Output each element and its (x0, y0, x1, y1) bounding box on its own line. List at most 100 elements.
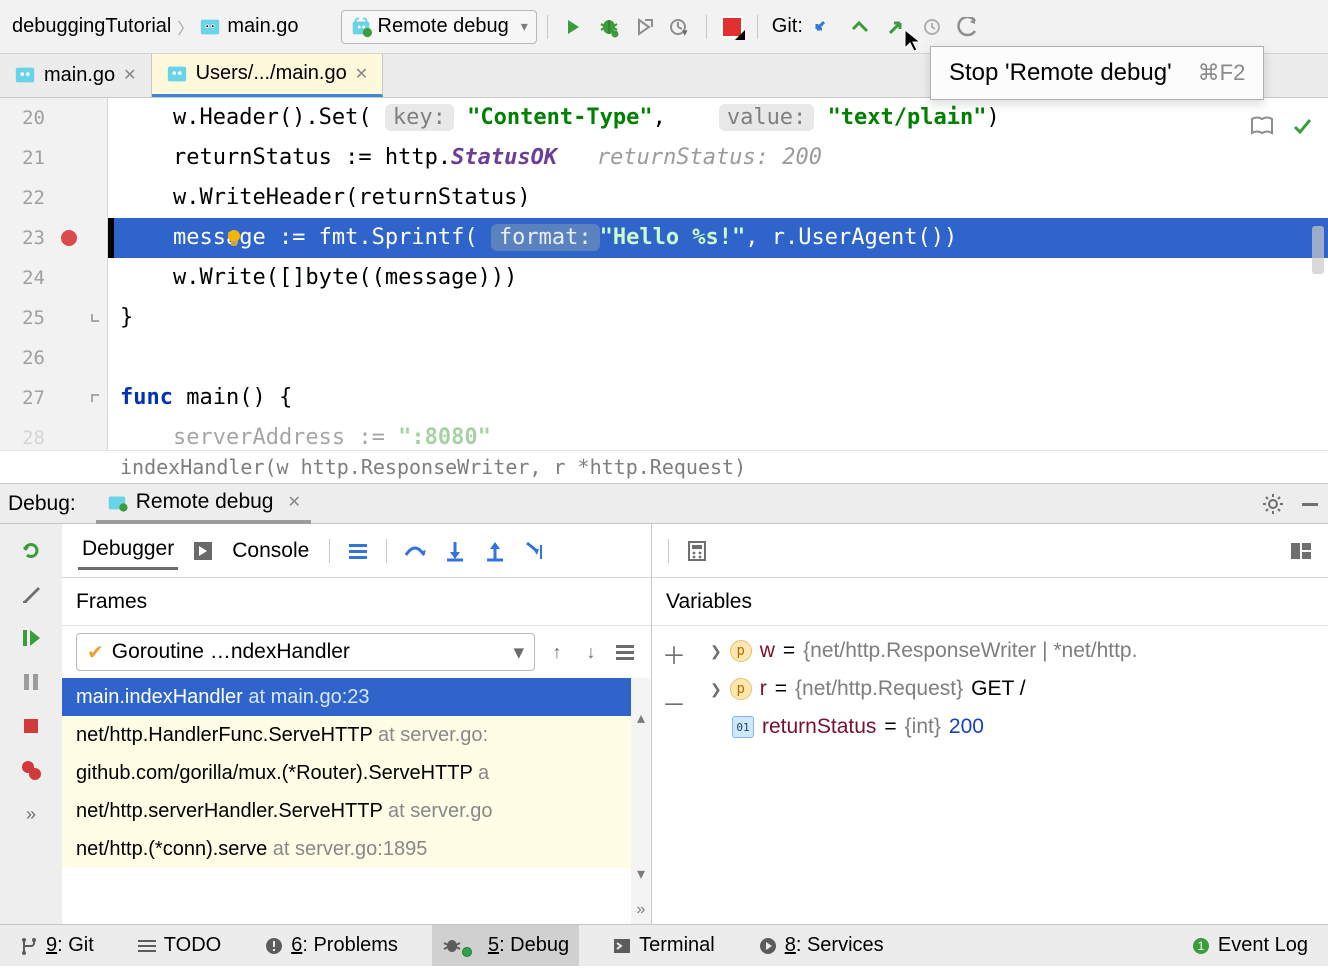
frames-scrollbar[interactable]: ▴ ▾ » (631, 678, 651, 924)
code-line: w.WriteHeader(returnStatus) (108, 178, 1328, 218)
step-over-icon[interactable] (403, 539, 427, 563)
rerun-button[interactable] (17, 536, 45, 564)
tab-console[interactable]: Console (228, 533, 313, 569)
debug-session-tab[interactable]: Remote debug ✕ (96, 484, 311, 524)
breadcrumb[interactable]: debuggingTutorial 〉 main.go (6, 15, 305, 39)
stop-button[interactable] (717, 12, 747, 42)
pause-button[interactable] (17, 668, 45, 696)
frames-menu-icon[interactable] (613, 640, 637, 664)
git-rollback-button[interactable] (953, 12, 983, 42)
editor-breadcrumb[interactable]: indexHandler(w http.ResponseWriter, r *h… (0, 450, 1328, 484)
expand-icon[interactable]: ❯ (710, 643, 722, 660)
variables-tree[interactable]: ❯ p w = {net/http.ResponseWriter | *net/… (696, 626, 1328, 752)
inspections-ok-icon[interactable] (1292, 116, 1312, 136)
fold-end-icon[interactable] (89, 311, 103, 325)
stop-session-button[interactable] (17, 712, 45, 740)
close-icon[interactable]: ✕ (355, 64, 368, 84)
run-config-name: Remote debug (378, 15, 509, 38)
step-into-icon[interactable] (443, 539, 467, 563)
frame-row[interactable]: net/http.(*conn).serve at server.go:1895 (62, 830, 651, 868)
mouse-cursor (903, 28, 923, 54)
code-line: func main() { (108, 378, 1328, 418)
resume-button[interactable] (17, 624, 45, 652)
event-log-icon: 1 (1192, 937, 1210, 955)
git-label: Git: (772, 15, 803, 38)
code-area[interactable]: w.Header().Set( key: "Content-Type", val… (108, 98, 1328, 450)
more-icon[interactable]: » (17, 800, 45, 828)
debug-right-pane: Variables ＋ － ❯ p w = {net/http.Response… (652, 524, 1328, 924)
prev-frame-button[interactable]: ↑ (545, 640, 569, 664)
status-terminal[interactable]: Terminal (603, 925, 725, 966)
line-number: 21 (9, 147, 45, 169)
status-debug[interactable]: 5: Debug (432, 925, 579, 966)
line-number: 27 (9, 387, 45, 409)
run-config-selector[interactable]: Remote debug ▾ (341, 10, 537, 44)
threads-icon[interactable] (346, 539, 370, 563)
expand-icon[interactable]: ❯ (710, 681, 722, 698)
console-run-icon (194, 542, 212, 560)
status-eventlog[interactable]: 1 Event Log (1182, 925, 1318, 966)
intention-bulb-icon[interactable] (224, 228, 244, 248)
tab-users-main-go[interactable]: Users/.../main.go ✕ (152, 53, 384, 97)
tab-debugger[interactable]: Debugger (78, 531, 178, 570)
breakpoint-icon[interactable] (61, 230, 77, 246)
code-editor[interactable]: 20 21 22 23 24 25 26 27 28 w.Header().Se… (0, 98, 1328, 450)
branch-icon (20, 937, 38, 955)
code-line: serverAddress := ":8080" (108, 418, 1328, 450)
frame-row[interactable]: main.indexHandler at main.go:23 (62, 678, 651, 716)
variable-row[interactable]: 01 returnStatus = {int} 200 (696, 708, 1328, 746)
tab-label: main.go (44, 64, 115, 87)
next-frame-button[interactable]: ↓ (579, 640, 603, 664)
frame-row[interactable]: net/http.serverHandler.ServeHTTP at serv… (62, 792, 651, 830)
scroll-up-icon[interactable]: ▴ (631, 708, 651, 728)
step-out-icon[interactable] (483, 539, 507, 563)
close-icon[interactable]: ✕ (123, 65, 136, 85)
modify-run-config-button[interactable] (17, 580, 45, 608)
new-watch-button[interactable]: ＋ (662, 636, 686, 671)
svg-text:1: 1 (1198, 939, 1205, 953)
status-problems[interactable]: 6: Problems (255, 925, 408, 966)
debugger-tab-row: Debugger Console (62, 524, 651, 578)
scroll-down-icon[interactable]: ▾ (631, 864, 651, 884)
variable-row[interactable]: ❯ p w = {net/http.ResponseWriter | *net/… (696, 632, 1328, 670)
debug-button[interactable] (594, 12, 624, 42)
frame-row[interactable]: github.com/gorilla/mux.(*Router).ServeHT… (62, 754, 651, 792)
tab-label: Users/.../main.go (196, 62, 347, 85)
status-git[interactable]: 9: Git (10, 925, 104, 966)
go-file-icon (199, 16, 221, 38)
fold-start-icon[interactable] (89, 391, 103, 405)
run-button[interactable] (558, 12, 588, 42)
gear-icon[interactable] (1262, 493, 1284, 515)
minimize-icon[interactable] (1300, 494, 1320, 514)
gutter[interactable]: 20 21 22 23 24 25 26 27 28 (0, 98, 108, 450)
view-breakpoints-button[interactable] (17, 756, 45, 784)
line-number: 20 (9, 107, 45, 129)
frame-row[interactable]: net/http.HandlerFunc.ServeHTTP at server… (62, 716, 651, 754)
tab-main-go[interactable]: main.go ✕ (0, 53, 152, 97)
terminal-icon (613, 938, 631, 954)
separator (757, 15, 758, 39)
more-icon[interactable]: » (631, 900, 651, 920)
status-services[interactable]: 8: Services (749, 925, 894, 966)
goroutine-row: ✔ Goroutine …ndexHandler ▾ ↑ ↓ (62, 626, 651, 678)
remove-watch-button[interactable]: － (662, 685, 686, 720)
close-icon[interactable]: ✕ (287, 492, 300, 512)
int-badge: 01 (732, 716, 754, 738)
git-update-button[interactable] (809, 12, 839, 42)
chevron-down-icon: ▾ (513, 640, 524, 665)
goroutine-selector[interactable]: ✔ Goroutine …ndexHandler ▾ (76, 633, 535, 671)
go-debug-icon (106, 491, 128, 513)
variable-row[interactable]: ❯ p r = {net/http.Request} GET / (696, 670, 1328, 708)
coverage-button[interactable] (630, 12, 660, 42)
check-icon: ✔ (87, 640, 104, 665)
run-to-cursor-icon[interactable] (523, 539, 547, 563)
git-commit-button[interactable] (845, 12, 875, 42)
layout-icon[interactable] (1290, 542, 1312, 560)
reader-mode-icon[interactable] (1250, 116, 1274, 136)
status-todo[interactable]: TODO (128, 925, 231, 966)
calculator-icon[interactable] (687, 540, 707, 562)
frames-list[interactable]: main.indexHandler at main.go:23 net/http… (62, 678, 651, 924)
session-name: Remote debug (136, 490, 274, 514)
code-line: } (108, 298, 1328, 338)
profile-button[interactable]: ▾ (666, 12, 696, 42)
